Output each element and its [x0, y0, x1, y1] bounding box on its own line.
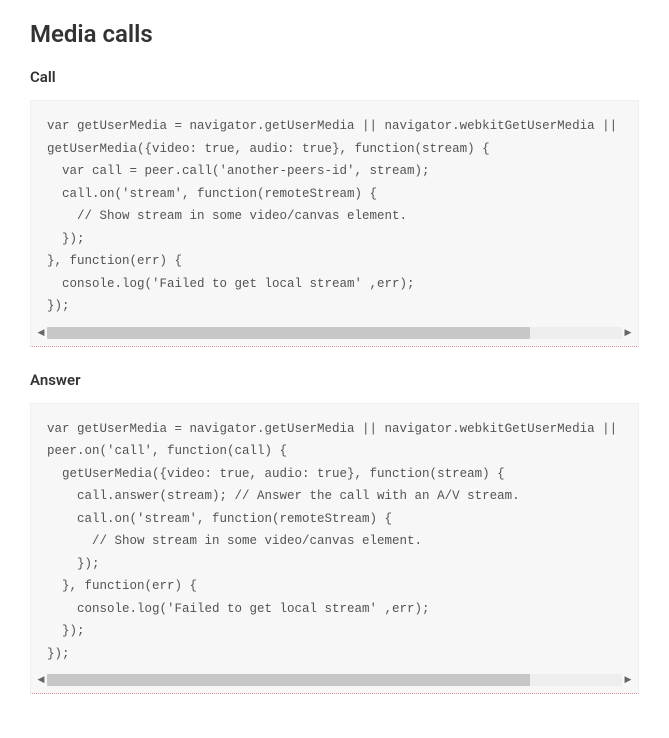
scroll-left-arrow-icon[interactable]: ◀: [35, 674, 47, 686]
scroll-thumb[interactable]: [47, 327, 530, 339]
scroll-thumb[interactable]: [47, 674, 530, 686]
code-block-call: var getUserMedia = navigator.getUserMedi…: [30, 100, 639, 347]
scroll-left-arrow-icon[interactable]: ◀: [35, 327, 47, 339]
section-heading-call: Call: [30, 68, 639, 86]
section-heading-answer: Answer: [30, 371, 639, 389]
scroll-track[interactable]: [47, 674, 622, 686]
scroll-right-arrow-icon[interactable]: ▶: [622, 674, 634, 686]
horizontal-scrollbar[interactable]: ◀ ▶: [35, 673, 634, 687]
code-content-answer: var getUserMedia = navigator.getUserMedi…: [47, 418, 622, 672]
scroll-track[interactable]: [47, 327, 622, 339]
scroll-right-arrow-icon[interactable]: ▶: [622, 327, 634, 339]
page-title: Media calls: [30, 20, 639, 48]
horizontal-scrollbar[interactable]: ◀ ▶: [35, 326, 634, 340]
code-content-call: var getUserMedia = navigator.getUserMedi…: [47, 115, 622, 324]
code-block-answer: var getUserMedia = navigator.getUserMedi…: [30, 403, 639, 695]
